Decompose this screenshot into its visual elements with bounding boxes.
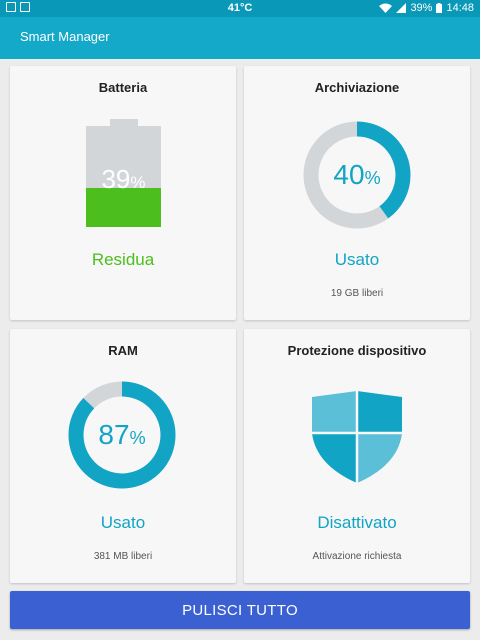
- clean-all-button[interactable]: PULISCI TUTTO: [10, 591, 470, 629]
- storage-percent-label: 40%: [303, 121, 411, 229]
- status-right-group: 39% 14:48: [379, 2, 474, 14]
- ram-ring: 87%: [68, 381, 176, 494]
- storage-card-title: Archiviazione: [314, 80, 400, 95]
- wifi-icon: [379, 3, 393, 13]
- app-title: Smart Manager: [20, 29, 110, 44]
- device-protection-status: Disattivato: [317, 513, 397, 532]
- storage-percent-value: 40: [333, 159, 365, 190]
- battery-percent-value: 39: [101, 164, 131, 194]
- battery-percentage: 39%: [410, 2, 433, 14]
- device-protection-card[interactable]: Protezione dispositivo Disattivato Attiv…: [244, 329, 470, 583]
- storage-ring: 40%: [303, 121, 411, 234]
- battery-status: Residua: [91, 250, 155, 269]
- device-protection-card-title: Protezione dispositivo: [287, 343, 427, 358]
- battery-card-title: Batteria: [98, 80, 148, 95]
- ram-status: Usato: [100, 513, 146, 532]
- status-bar: 41°C 39% 14:48: [0, 0, 480, 17]
- battery-percent-label: 39%: [86, 164, 161, 195]
- ram-free: 381 MB liberi: [93, 551, 153, 562]
- battery-percent-sign: %: [130, 173, 146, 192]
- battery-gauge: 39%: [86, 119, 161, 227]
- battery-gauge-cap: [110, 119, 138, 126]
- battery-gauge-body: 39%: [86, 126, 161, 227]
- ram-percent-sign: %: [129, 427, 146, 448]
- battery-card[interactable]: Batteria 39% Residua: [10, 66, 236, 320]
- storage-free: 19 GB liberi: [330, 288, 384, 299]
- storage-percent-sign: %: [364, 167, 381, 188]
- shield-icon: [312, 391, 402, 483]
- ram-card[interactable]: RAM 87% Usato 381 MB liberi: [10, 329, 236, 583]
- signal-icon: [396, 3, 407, 13]
- ram-percent-value: 87: [98, 419, 130, 450]
- ram-percent-label: 87%: [68, 381, 176, 489]
- ram-card-title: RAM: [108, 343, 138, 358]
- clock: 14:48: [446, 2, 474, 14]
- storage-status: Usato: [334, 250, 380, 269]
- app-bar: Smart Manager: [0, 17, 480, 59]
- battery-icon: [436, 3, 443, 13]
- device-protection-hint: Attivazione richiesta: [312, 551, 402, 562]
- storage-card[interactable]: Archiviazione 40% Usato 19 GB liberi: [244, 66, 470, 320]
